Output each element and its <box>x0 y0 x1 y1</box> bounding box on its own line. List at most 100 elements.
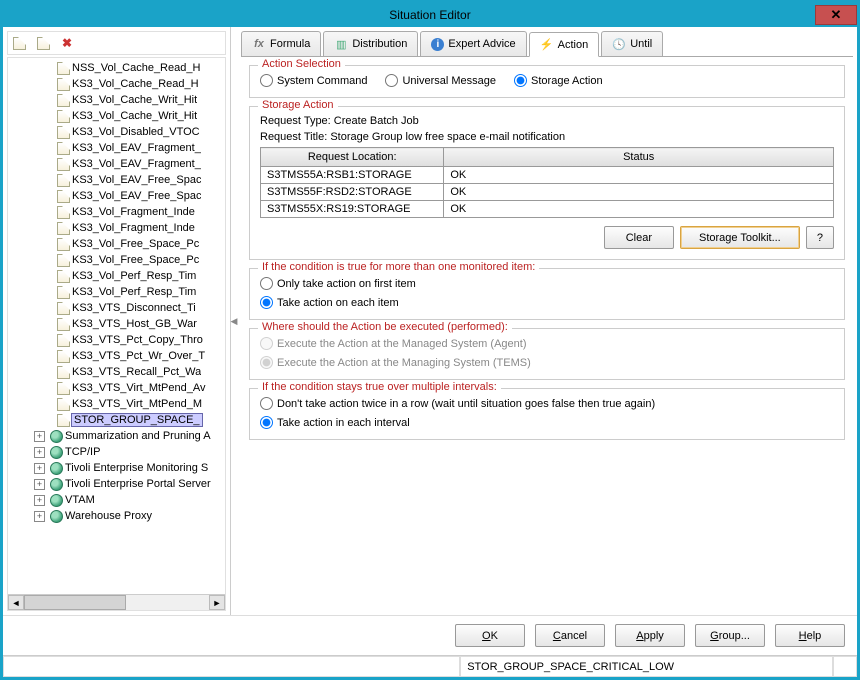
tree-situation[interactable]: KS3_Vol_EAV_Fragment_ <box>8 156 225 172</box>
tree-item-label: KS3_Vol_EAV_Fragment_ <box>72 142 201 154</box>
new-situation-button[interactable] <box>10 34 28 52</box>
situation-icon <box>56 93 70 107</box>
tab-action[interactable]: ⚡ Action <box>529 32 600 57</box>
help-question-button[interactable]: ? <box>806 226 834 249</box>
formula-icon: fx <box>252 37 266 51</box>
radio-each-interval[interactable] <box>260 416 273 429</box>
radio-exec-tems <box>260 356 273 369</box>
right-pane: fx Formula ▥ Distribution i Expert Advic… <box>237 27 857 615</box>
tab-distribution[interactable]: ▥ Distribution <box>323 31 418 56</box>
situation-icon <box>56 77 70 91</box>
tree-situation[interactable]: KS3_Vol_Perf_Resp_Tim <box>8 284 225 300</box>
scroll-left-icon[interactable]: ◄ <box>8 595 24 610</box>
tree-category[interactable]: + Tivoli Enterprise Portal Server <box>8 476 225 492</box>
globe-icon <box>49 429 63 443</box>
table-row[interactable]: S3TMS55F:RSD2:STORAGEOK <box>261 184 834 201</box>
tab-formula[interactable]: fx Formula <box>241 31 321 56</box>
tree-item-label: Summarization and Pruning A <box>65 430 211 442</box>
tree-situation[interactable]: KS3_Vol_EAV_Free_Spac <box>8 188 225 204</box>
tree-item-label: Tivoli Enterprise Portal Server <box>65 478 211 490</box>
tree-hscrollbar[interactable]: ◄ ► <box>8 594 225 610</box>
cancel-button[interactable]: Cancel <box>535 624 605 647</box>
radio-system-command[interactable]: System Command <box>260 74 367 87</box>
tree-situation[interactable]: KS3_VTS_Virt_MtPend_Av <box>8 380 225 396</box>
tree-category[interactable]: +TCP/IP <box>8 444 225 460</box>
tree-situation[interactable]: STOR_GROUP_SPACE_ <box>8 412 225 428</box>
expander-icon[interactable]: + <box>34 431 45 442</box>
radio-first-item[interactable] <box>260 277 273 290</box>
expander-icon[interactable]: + <box>34 495 45 506</box>
tree-item-label: KS3_VTS_Virt_MtPend_Av <box>72 382 206 394</box>
table-row[interactable]: S3TMS55A:RSB1:STORAGEOK <box>261 167 834 184</box>
delete-situation-button[interactable]: ✖ <box>58 34 76 52</box>
tree-category[interactable]: +Tivoli Enterprise Monitoring S <box>8 460 225 476</box>
tree-situation[interactable]: KS3_VTS_Host_GB_War <box>8 316 225 332</box>
storage-toolkit-button[interactable]: Storage Toolkit... <box>680 226 800 249</box>
expander-icon[interactable]: + <box>34 479 45 490</box>
situation-icon <box>56 365 70 379</box>
situation-icon <box>56 317 70 331</box>
tree-situation[interactable]: KS3_Vol_Perf_Resp_Tim <box>8 268 225 284</box>
situation-icon <box>56 125 70 139</box>
tab-label: Expert Advice <box>448 38 515 50</box>
tree-situation[interactable]: KS3_VTS_Pct_Wr_Over_T <box>8 348 225 364</box>
tree-item-label: KS3_Vol_EAV_Free_Spac <box>72 174 201 186</box>
help-button[interactable]: Help <box>775 624 845 647</box>
tree-situation[interactable]: KS3_Vol_Disabled_VTOC <box>8 124 225 140</box>
tab-until[interactable]: 🕓 Until <box>601 31 663 56</box>
tree-situation[interactable]: KS3_Vol_Cache_Read_H <box>8 76 225 92</box>
expander-icon[interactable]: + <box>34 463 45 474</box>
col-location[interactable]: Request Location: <box>261 148 444 167</box>
tree-item-label: KS3_Vol_Free_Space_Pc <box>72 254 199 266</box>
radio-each-item[interactable] <box>260 296 273 309</box>
tree-situation[interactable]: KS3_Vol_Cache_Writ_Hit <box>8 108 225 124</box>
expander-icon[interactable]: + <box>34 447 45 458</box>
col-status[interactable]: Status <box>444 148 834 167</box>
tree-category[interactable]: +VTAM <box>8 492 225 508</box>
apply-button[interactable]: Apply <box>615 624 685 647</box>
cell-location: S3TMS55X:RS19:STORAGE <box>261 201 444 218</box>
tree-situation[interactable]: KS3_Vol_Fragment_Inde <box>8 204 225 220</box>
globe-icon <box>49 477 63 491</box>
table-row[interactable]: S3TMS55X:RS19:STORAGEOK <box>261 201 834 218</box>
tree-situation[interactable]: KS3_VTS_Recall_Pct_Wa <box>8 364 225 380</box>
tree-category[interactable]: + Summarization and Pruning A <box>8 428 225 444</box>
tree-situation[interactable]: KS3_Vol_Free_Space_Pc <box>8 236 225 252</box>
radio-universal-message[interactable]: Universal Message <box>385 74 496 87</box>
tree-situation[interactable]: KS3_Vol_EAV_Free_Spac <box>8 172 225 188</box>
tab-bar: fx Formula ▥ Distribution i Expert Advic… <box>241 31 853 57</box>
tree-situation[interactable]: KS3_Vol_Fragment_Inde <box>8 220 225 236</box>
situation-tree[interactable]: NSS_Vol_Cache_Read_HKS3_Vol_Cache_Read_H… <box>8 58 225 594</box>
tree-item-label: KS3_VTS_Recall_Pct_Wa <box>72 366 201 378</box>
tree-item-label: KS3_Vol_EAV_Fragment_ <box>72 158 201 170</box>
tree-situation[interactable]: KS3_VTS_Disconnect_Ti <box>8 300 225 316</box>
cell-location: S3TMS55F:RSD2:STORAGE <box>261 184 444 201</box>
tree-item-label: KS3_VTS_Disconnect_Ti <box>72 302 196 314</box>
lightning-icon: ⚡ <box>540 38 554 52</box>
tree-item-label: KS3_Vol_EAV_Free_Spac <box>72 190 201 202</box>
tree-situation[interactable]: KS3_Vol_Free_Space_Pc <box>8 252 225 268</box>
tab-label: Until <box>630 38 652 50</box>
tree-item-label: KS3_Vol_Perf_Resp_Tim <box>72 286 196 298</box>
tree-situation[interactable]: NSS_Vol_Cache_Read_H <box>8 60 225 76</box>
scroll-right-icon[interactable]: ► <box>209 595 225 610</box>
tab-expert-advice[interactable]: i Expert Advice <box>420 31 526 56</box>
expander-icon[interactable]: + <box>34 511 45 522</box>
situation-icon <box>56 269 70 283</box>
tree-item-label: KS3_VTS_Virt_MtPend_M <box>72 398 202 410</box>
radio-storage-action[interactable]: Storage Action <box>514 74 603 87</box>
where-executed-group: Where should the Action be executed (per… <box>249 328 845 380</box>
ok-button[interactable]: OK <box>455 624 525 647</box>
radio-not-twice[interactable] <box>260 397 273 410</box>
group-button[interactable]: Group... <box>695 624 765 647</box>
tree-situation[interactable]: KS3_VTS_Virt_MtPend_M <box>8 396 225 412</box>
tree-situation[interactable]: KS3_Vol_Cache_Writ_Hit <box>8 92 225 108</box>
tree-category[interactable]: +Warehouse Proxy <box>8 508 225 524</box>
clear-button[interactable]: Clear <box>604 226 674 249</box>
close-button[interactable]: ✕ <box>815 5 857 25</box>
request-location-table: Request Location: Status S3TMS55A:RSB1:S… <box>260 147 834 218</box>
tree-situation[interactable]: KS3_VTS_Pct_Copy_Thro <box>8 332 225 348</box>
copy-situation-button[interactable] <box>34 34 52 52</box>
scroll-thumb[interactable] <box>24 595 126 610</box>
tree-situation[interactable]: KS3_Vol_EAV_Fragment_ <box>8 140 225 156</box>
